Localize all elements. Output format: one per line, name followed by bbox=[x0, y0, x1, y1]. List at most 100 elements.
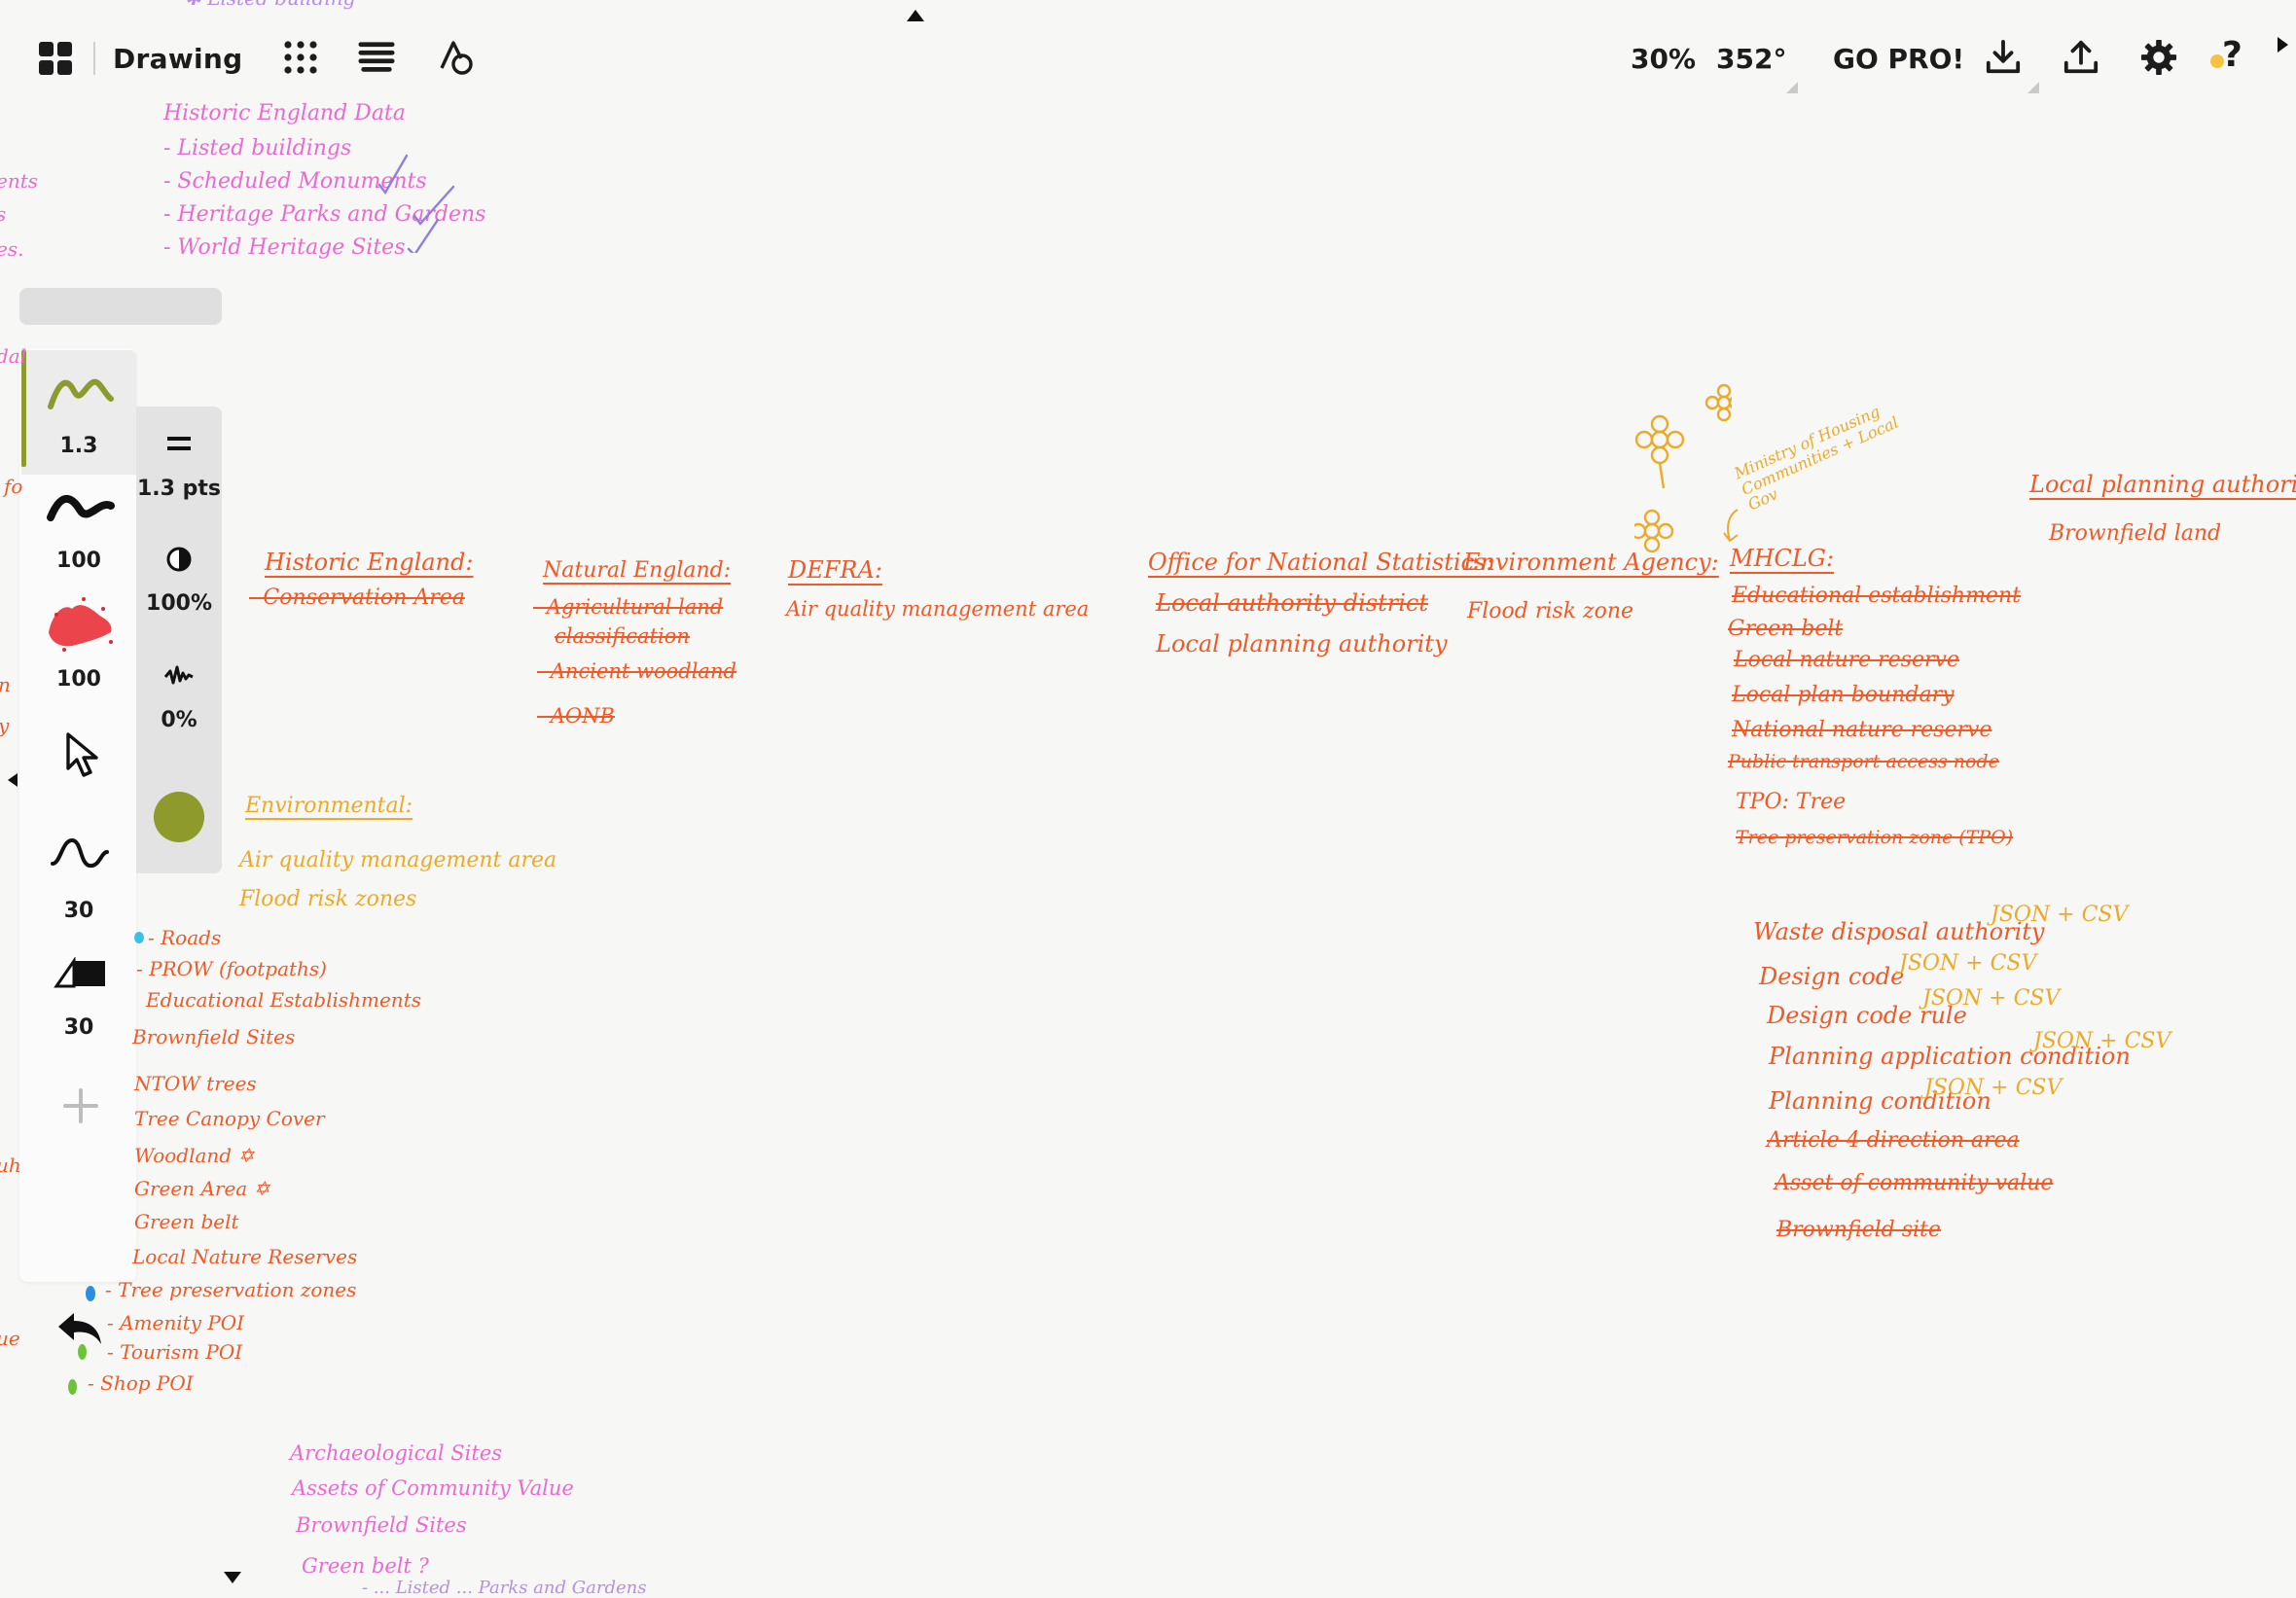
ons-item: Local authority district bbox=[1156, 589, 1428, 617]
smoothing-value: 30 bbox=[63, 899, 94, 923]
environmental-item: Air quality management area bbox=[239, 848, 557, 872]
layers-icon[interactable] bbox=[358, 39, 395, 76]
collapse-right-caret[interactable] bbox=[2278, 37, 2288, 53]
left-list-item: Educational Establishments bbox=[146, 988, 421, 1012]
color-swatch[interactable] bbox=[154, 792, 204, 842]
lpa-item: Brownfield land bbox=[2049, 521, 2222, 546]
brush-tool-icon[interactable] bbox=[47, 486, 115, 529]
mhclg-item: Public transport access node bbox=[1728, 751, 1999, 772]
shapes-icon[interactable] bbox=[438, 39, 475, 76]
marker-dot bbox=[86, 1286, 95, 1301]
natural-england-item: classification bbox=[555, 624, 690, 648]
format-note: JSON + CSV bbox=[1991, 903, 2129, 927]
ons-title: Office for National Statistics: bbox=[1148, 549, 1494, 576]
annotation-arrow bbox=[1723, 509, 1739, 543]
divider bbox=[93, 42, 95, 75]
marker-dot bbox=[68, 1379, 77, 1395]
left-list-item: - Roads bbox=[148, 926, 222, 949]
format-note: JSON + CSV bbox=[1924, 1076, 2063, 1100]
format-note: JSON + CSV bbox=[1899, 951, 2037, 976]
left-fragment: dal bbox=[0, 344, 27, 368]
left-list-item: Green Area ✡ bbox=[134, 1177, 270, 1200]
bottom-note: Brownfield Sites bbox=[296, 1513, 467, 1537]
zoom-corner-mark bbox=[1786, 82, 1798, 93]
collapse-bottom-caret[interactable] bbox=[224, 1572, 241, 1583]
opacity-icon[interactable] bbox=[166, 547, 192, 572]
left-list-item: - Amenity POI bbox=[107, 1311, 245, 1334]
left-list-item: - Tree preservation zones bbox=[105, 1278, 357, 1301]
zoom-readout[interactable]: 30% bbox=[1631, 39, 1696, 78]
left-fragment: es. bbox=[0, 237, 24, 261]
mhclg-item: National nature reserve bbox=[1732, 718, 1992, 742]
jitter-icon[interactable] bbox=[163, 661, 195, 691]
left-list-item: NTOW trees bbox=[134, 1072, 257, 1095]
left-list-item: Brownfield Sites bbox=[132, 1025, 296, 1048]
panel-drag-handle[interactable] bbox=[19, 288, 222, 325]
environmental-item: Flood risk zones bbox=[239, 887, 417, 911]
waste-item: Article 4 direction area bbox=[1767, 1128, 2020, 1153]
environmental-title: Environmental: bbox=[245, 794, 413, 818]
stroke-size-icon[interactable] bbox=[165, 434, 193, 453]
opacity-value: 100% bbox=[146, 591, 212, 616]
go-pro-button[interactable]: GO PRO! bbox=[1833, 39, 1964, 78]
share-upload-icon[interactable] bbox=[2063, 39, 2099, 76]
waste-item: Asset of community value bbox=[1775, 1171, 2054, 1195]
left-list-item: - Shop POI bbox=[88, 1371, 194, 1395]
stroke-size-value: 1.3 pts bbox=[137, 477, 221, 501]
left-list-item: - PROW (footpaths) bbox=[136, 957, 327, 980]
mhclg-item: Local plan boundary bbox=[1732, 683, 1955, 707]
marker-dot bbox=[78, 1344, 87, 1360]
left-fragment: uh bbox=[0, 1154, 21, 1177]
left-list-item: Tree Canopy Cover bbox=[134, 1107, 325, 1130]
he-data-item: - World Heritage Sites bbox=[163, 235, 406, 260]
bottom-note: Green belt ? bbox=[302, 1554, 429, 1578]
apps-grid-icon[interactable] bbox=[282, 39, 319, 76]
historic-england-item: - Conservation Area bbox=[249, 586, 465, 610]
marker-dot bbox=[134, 932, 144, 943]
left-fragment: y bbox=[0, 716, 9, 735]
gallery-icon[interactable] bbox=[39, 42, 72, 75]
env-agency-item: Flood risk zone bbox=[1467, 599, 1634, 623]
lpa-title: Local planning authorities: bbox=[2029, 471, 2296, 498]
format-note: JSON + CSV bbox=[2033, 1029, 2171, 1053]
mhclg-item: TPO: Tree bbox=[1736, 790, 1847, 814]
rotation-readout[interactable]: 352° bbox=[1716, 39, 1786, 78]
gopro-corner-mark bbox=[2027, 82, 2039, 93]
left-list-item: Green belt bbox=[134, 1210, 239, 1233]
natural-england-item: - Agricultural land bbox=[533, 595, 724, 619]
left-fragment: ue bbox=[0, 1327, 20, 1350]
left-fragment: s bbox=[0, 204, 6, 224]
waste-item: Design code bbox=[1759, 963, 1905, 990]
download-icon[interactable] bbox=[1985, 39, 2022, 76]
collapse-left-caret[interactable] bbox=[8, 773, 18, 787]
format-note: JSON + CSV bbox=[1922, 986, 2061, 1011]
gear-icon[interactable] bbox=[2140, 39, 2177, 76]
waste-item: Brownfield site bbox=[1776, 1218, 1941, 1242]
left-fragment: n bbox=[0, 675, 11, 694]
bottom-cut-note: - ... Listed ... Parks and Gardens bbox=[362, 1578, 647, 1598]
eraser-icon[interactable] bbox=[53, 957, 109, 990]
check-marks bbox=[377, 154, 455, 253]
left-list-item: Woodland ✡ bbox=[134, 1144, 255, 1167]
he-data-title: Historic England Data bbox=[163, 101, 406, 125]
mhclg-item: Green belt bbox=[1728, 617, 1844, 641]
pen-tool-icon[interactable] bbox=[47, 370, 115, 412]
mhclg-annotation: Ministry of Housing Communities + Local … bbox=[1731, 402, 1902, 515]
smoothing-curve-icon[interactable] bbox=[49, 835, 111, 873]
flower-doodle bbox=[1634, 383, 1732, 553]
note-fragment-top: ✱ Listed building bbox=[185, 0, 355, 8]
bottom-note: Assets of Community Value bbox=[292, 1476, 574, 1500]
left-list-item: - Tourism POI bbox=[107, 1340, 243, 1364]
add-tool-icon[interactable] bbox=[62, 1087, 99, 1124]
defra-item: Air quality management area bbox=[786, 597, 1090, 621]
selection-arrow-icon[interactable] bbox=[64, 731, 103, 778]
collapse-top-caret[interactable] bbox=[907, 10, 924, 21]
top-bar-left: Drawing bbox=[39, 35, 243, 82]
undo-icon[interactable] bbox=[54, 1309, 105, 1346]
airbrush-tool-icon[interactable] bbox=[43, 593, 117, 654]
airbrush-opacity-value: 100 bbox=[56, 667, 101, 692]
document-title[interactable]: Drawing bbox=[113, 43, 243, 75]
historic-england-title: Historic England: bbox=[265, 549, 474, 576]
help-icon[interactable]: ? bbox=[2222, 35, 2242, 75]
bottom-note: Archaeological Sites bbox=[290, 1441, 503, 1465]
